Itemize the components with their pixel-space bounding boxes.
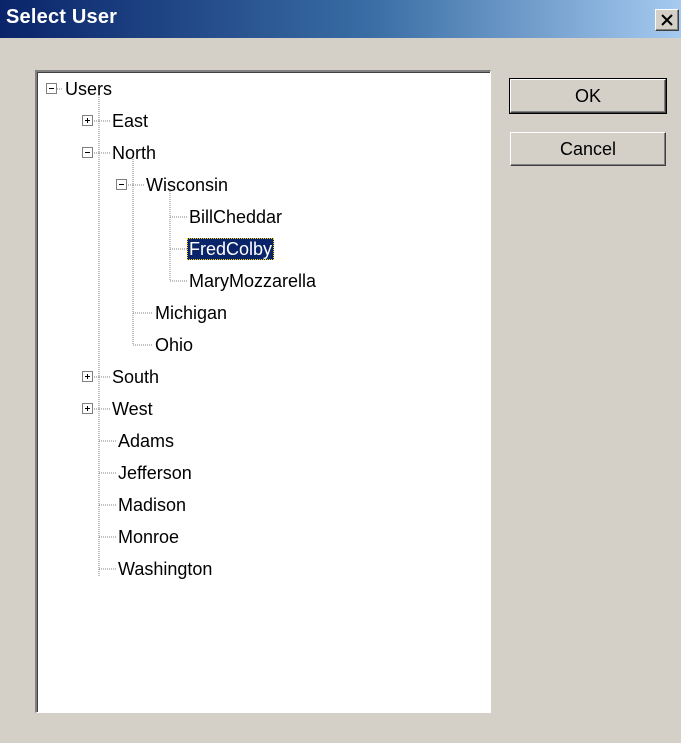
tree-node-north[interactable]: North (112, 142, 156, 164)
close-button[interactable] (655, 9, 679, 31)
tree-connector-lines (57, 88, 187, 577)
tree-node-michigan[interactable]: Michigan (155, 302, 227, 324)
close-icon (661, 14, 673, 26)
tree-node-east[interactable]: East (112, 110, 148, 132)
tree-node-billcheddar[interactable]: BillCheddar (189, 206, 282, 228)
tree-node-jefferson[interactable]: Jefferson (118, 462, 192, 484)
tree-node-washington[interactable]: Washington (118, 558, 212, 580)
dialog-title: Select User (6, 6, 118, 28)
tree-node-adams[interactable]: Adams (118, 430, 174, 452)
tree-node-fredcolby[interactable]: FredColby (187, 238, 275, 260)
tree-node-wisconsin[interactable]: Wisconsin (146, 174, 228, 196)
tree-node-ohio[interactable]: Ohio (155, 334, 193, 356)
minus-expander-icon[interactable] (46, 83, 57, 94)
ok-button[interactable]: OK (509, 78, 667, 114)
plus-expander-icon[interactable] (82, 403, 93, 414)
minus-expander-icon[interactable] (82, 147, 93, 158)
tree-node-south[interactable]: South (112, 366, 159, 388)
plus-expander-icon[interactable] (82, 371, 93, 382)
select-user-dialog: Select User Users East North Wisconsin B… (0, 0, 681, 743)
minus-expander-icon[interactable] (116, 179, 127, 190)
title-bar[interactable]: Select User (0, 0, 681, 38)
tree-node-users[interactable]: Users (65, 78, 112, 100)
tree-node-marymozzarella[interactable]: MaryMozzarella (189, 270, 316, 292)
user-tree-view[interactable]: Users East North Wisconsin BillCheddar F… (35, 70, 491, 713)
plus-expander-icon[interactable] (82, 115, 93, 126)
tree-node-monroe[interactable]: Monroe (118, 526, 179, 548)
tree-node-west[interactable]: West (112, 398, 153, 420)
cancel-button[interactable]: Cancel (510, 132, 666, 166)
tree-node-madison[interactable]: Madison (118, 494, 186, 516)
